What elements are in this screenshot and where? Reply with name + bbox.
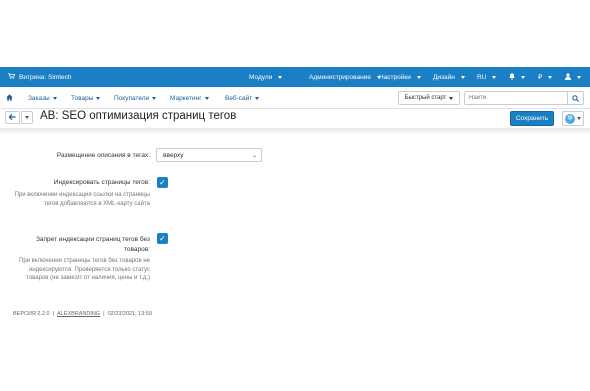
back-history-dropdown[interactable] [21,111,33,124]
placement-label: Размещение описания в тегах: [56,152,150,159]
quick-start-label: Быстрый старт [404,95,447,101]
menu-settings[interactable]: Настройки [379,67,421,87]
search-input[interactable] [464,91,568,105]
chevron-down-icon [521,75,525,79]
nav-orders[interactable]: Заказы [28,87,57,109]
nav-marketing-label: Маркетинг [170,94,202,102]
chevron-down-icon [52,96,57,100]
chevron-down-icon [255,96,260,100]
chevron-down-icon [96,96,101,100]
footer-separator: | [103,311,105,317]
chevron-down-icon [152,96,157,100]
check-icon: ✓ [159,178,166,187]
vendor-link[interactable]: ALEXBRANDING [57,311,100,317]
menu-modules[interactable]: Модули [249,67,283,87]
cart-icon [8,73,16,81]
version-text: ВЕРСИЯ 2.2.0 [13,311,50,317]
chevron-down-icon [278,75,283,79]
menu-administration-label: Администрирование [309,73,371,81]
nav-customers[interactable]: Покупатели [114,87,157,109]
index-tags-checkbox[interactable]: ✓ [157,177,168,188]
no-index-empty-help: При включении страницы тегов без товаров… [19,258,150,281]
chevron-down-icon [577,75,581,79]
gear-icon: ✲ [565,113,575,124]
nav-marketing[interactable]: Маркетинг [170,87,209,109]
nav-customers-label: Покупатели [114,94,150,102]
menu-user[interactable] [565,67,581,87]
chevron-down-icon [492,75,497,79]
top-admin-bar: Витрина: Simtech Модули Администрировани… [0,67,590,87]
no-index-empty-checkbox[interactable]: ✓ [157,233,168,244]
placement-value: вверху [163,151,184,159]
search-button[interactable] [568,91,584,105]
nav-website[interactable]: Веб-сайт [225,87,260,109]
settings-dropdown-button[interactable]: ✲ [562,111,584,126]
save-button[interactable]: Сохранить [510,111,554,126]
menu-design-label: Дизайн [433,73,455,81]
chevron-down-icon [416,75,421,79]
menu-modules-label: Модули [249,73,273,81]
menu-settings-label: Настройки [379,73,411,81]
check-icon: ✓ [159,234,166,243]
chevron-down-icon [25,116,29,119]
menu-currency[interactable]: ₽ [538,67,553,87]
nav-products-label: Товары [71,94,94,102]
index-tags-help: При включении индексация ссылки на стран… [14,192,150,207]
user-icon [565,72,571,82]
chevron-down-icon [204,96,209,100]
quick-start-button[interactable]: Быстрый старт [398,91,460,105]
menu-notifications[interactable] [509,67,525,87]
chevron-down-icon [449,96,454,100]
search-icon [572,89,579,107]
chevron-down-icon [460,75,465,79]
back-button[interactable] [5,111,20,124]
chevron-down-icon [577,117,581,120]
menu-design[interactable]: Дизайн [433,67,465,87]
index-tags-label: Индексировать страницы тегов: [53,179,150,186]
footer: ВЕРСИЯ 2.2.0 | ALEXBRANDING | 02/23/2021… [13,311,152,317]
menu-language[interactable]: RU [477,67,497,87]
storefront-link[interactable]: Витрина: Simtech [8,67,72,87]
home-link[interactable] [6,87,13,109]
menu-language-label: RU [477,73,487,81]
menu-currency-label: ₽ [538,74,543,81]
page-title: AB: SEO оптимизация страниц тегов [40,110,237,122]
nav-website-label: Веб-сайт [225,94,253,102]
nav-products[interactable]: Товары [71,87,101,109]
footer-separator: | [52,311,55,317]
home-icon [6,93,13,103]
nav-orders-label: Заказы [28,94,50,102]
arrow-left-icon [8,113,16,122]
bell-icon [509,72,515,82]
chevron-down-icon: ⌄ [251,153,257,159]
storefront-label: Витрина: Simtech [19,73,72,81]
build-date: 02/23/2021, 13:59 [107,311,152,317]
chevron-down-icon [548,75,553,79]
placement-select[interactable]: вверху ⌄ [156,148,262,162]
menu-administration[interactable]: Администрирование [309,67,381,87]
no-index-empty-label: Запрет индексации страниц тегов без това… [36,236,150,253]
